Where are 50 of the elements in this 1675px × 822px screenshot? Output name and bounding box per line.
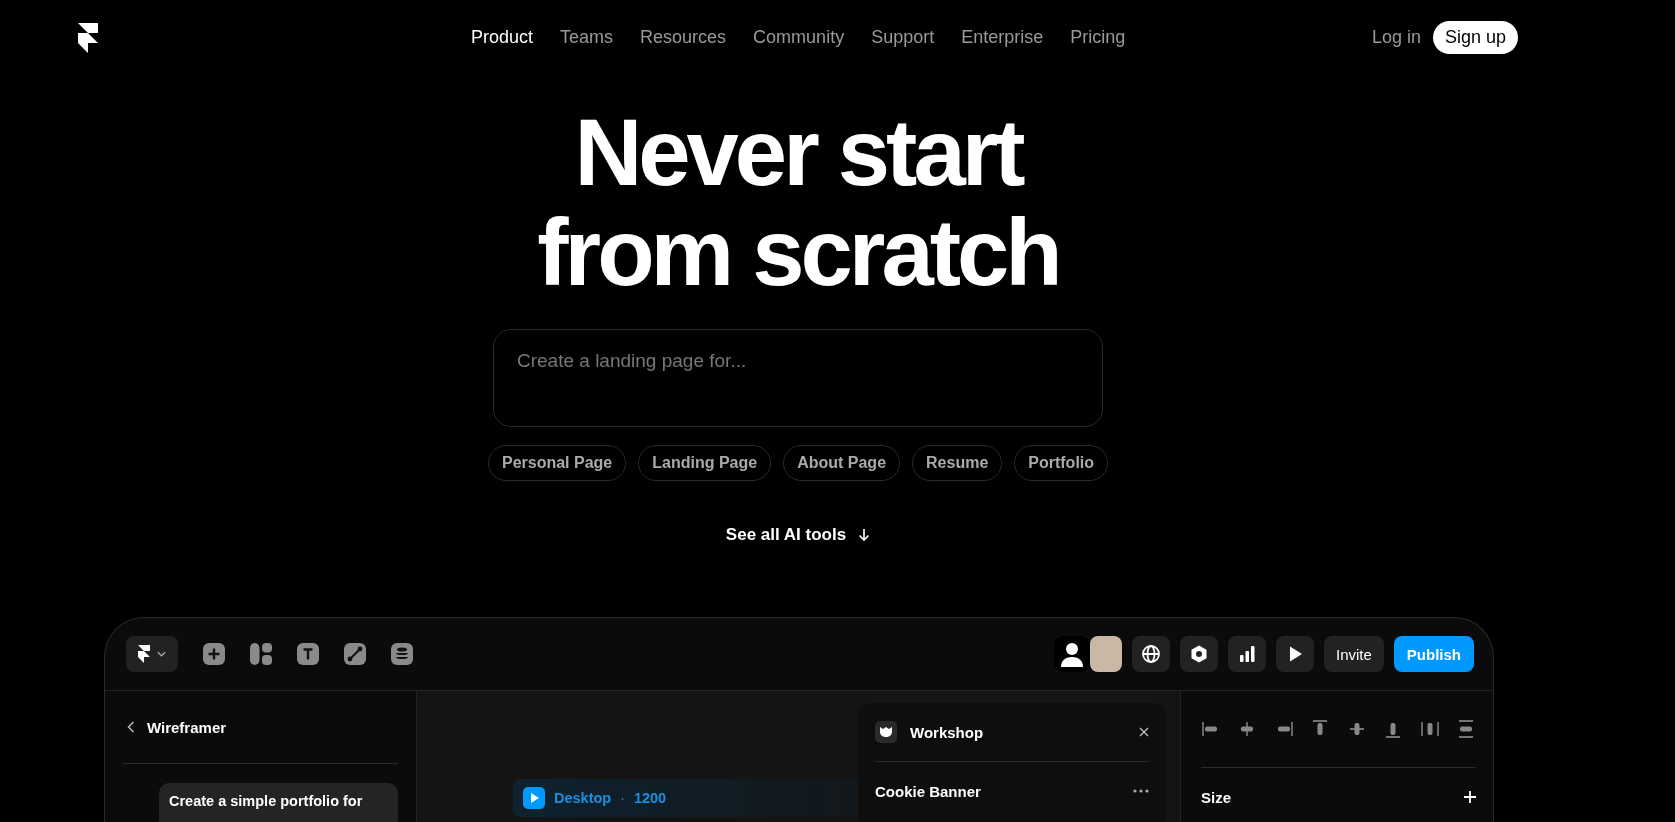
logo-icon[interactable] bbox=[78, 22, 98, 53]
play-icon bbox=[523, 787, 545, 809]
separator-dot: · bbox=[620, 790, 625, 806]
suggestion-chip[interactable]: Resume bbox=[912, 445, 1003, 481]
prompt-field[interactable]: Create a landing page for... bbox=[493, 329, 1103, 427]
suggestion-chip[interactable]: Portfolio bbox=[1014, 445, 1109, 481]
toolbar-button[interactable] bbox=[1179, 636, 1218, 672]
suggestion-chip[interactable]: Personal Page bbox=[487, 445, 627, 481]
see-all-link[interactable]: See all AI tools bbox=[725, 525, 847, 545]
text-icon[interactable] bbox=[297, 643, 319, 665]
chevron-down-icon bbox=[157, 651, 166, 657]
signup-button[interactable]: Sign up bbox=[1432, 21, 1518, 54]
arrow-down-icon bbox=[858, 528, 871, 542]
login-link[interactable]: Log in bbox=[1371, 27, 1421, 48]
logo-menu-button[interactable] bbox=[126, 636, 178, 672]
suggestion-chip[interactable]: About Page bbox=[783, 445, 901, 481]
toolbar-button[interactable] bbox=[1131, 636, 1170, 672]
logo-icon bbox=[138, 645, 150, 663]
plus-icon[interactable] bbox=[1464, 791, 1476, 803]
globe-icon bbox=[1140, 644, 1161, 664]
nav-link[interactable]: Community bbox=[753, 27, 845, 48]
toolbar-button[interactable] bbox=[1227, 636, 1266, 672]
invite-button[interactable]: Invite bbox=[1323, 636, 1384, 672]
nav-link[interactable]: Teams bbox=[560, 27, 614, 48]
section-title: Size bbox=[1201, 788, 1231, 806]
plus-icon[interactable] bbox=[203, 643, 225, 665]
avatar-photo-placeholder bbox=[1089, 636, 1122, 672]
close-icon[interactable] bbox=[1139, 727, 1149, 737]
nav-link[interactable]: Product bbox=[471, 27, 534, 48]
toolbar-button[interactable] bbox=[1275, 636, 1314, 672]
distribute-horizontal-icon[interactable] bbox=[1419, 719, 1440, 739]
chat-message: Create a simple portfolio for bbox=[159, 783, 398, 822]
database-icon[interactable] bbox=[391, 643, 413, 665]
nav-link[interactable]: Support bbox=[871, 27, 935, 48]
component-name[interactable]: Cookie Banner bbox=[875, 782, 981, 800]
nav-link[interactable]: Resources bbox=[640, 27, 727, 48]
headline: Never start from scratch bbox=[537, 103, 1059, 303]
nav-link[interactable]: Pricing bbox=[1070, 27, 1126, 48]
workshop-title: Workshop bbox=[910, 723, 985, 741]
suggestion-chip[interactable]: Landing Page bbox=[638, 445, 772, 481]
avatar-silhouette bbox=[1053, 636, 1090, 672]
pen-path-icon[interactable] bbox=[344, 643, 366, 665]
more-icon[interactable] bbox=[1133, 789, 1149, 793]
panel-title: Wireframer bbox=[147, 718, 227, 736]
frame-name: Desktop bbox=[554, 790, 612, 806]
nav-link[interactable]: Enterprise bbox=[961, 27, 1044, 48]
layout-icon[interactable] bbox=[250, 643, 272, 665]
back-icon[interactable] bbox=[127, 721, 135, 733]
frame-width: 1200 bbox=[633, 790, 667, 806]
workshop-icon bbox=[875, 721, 897, 743]
